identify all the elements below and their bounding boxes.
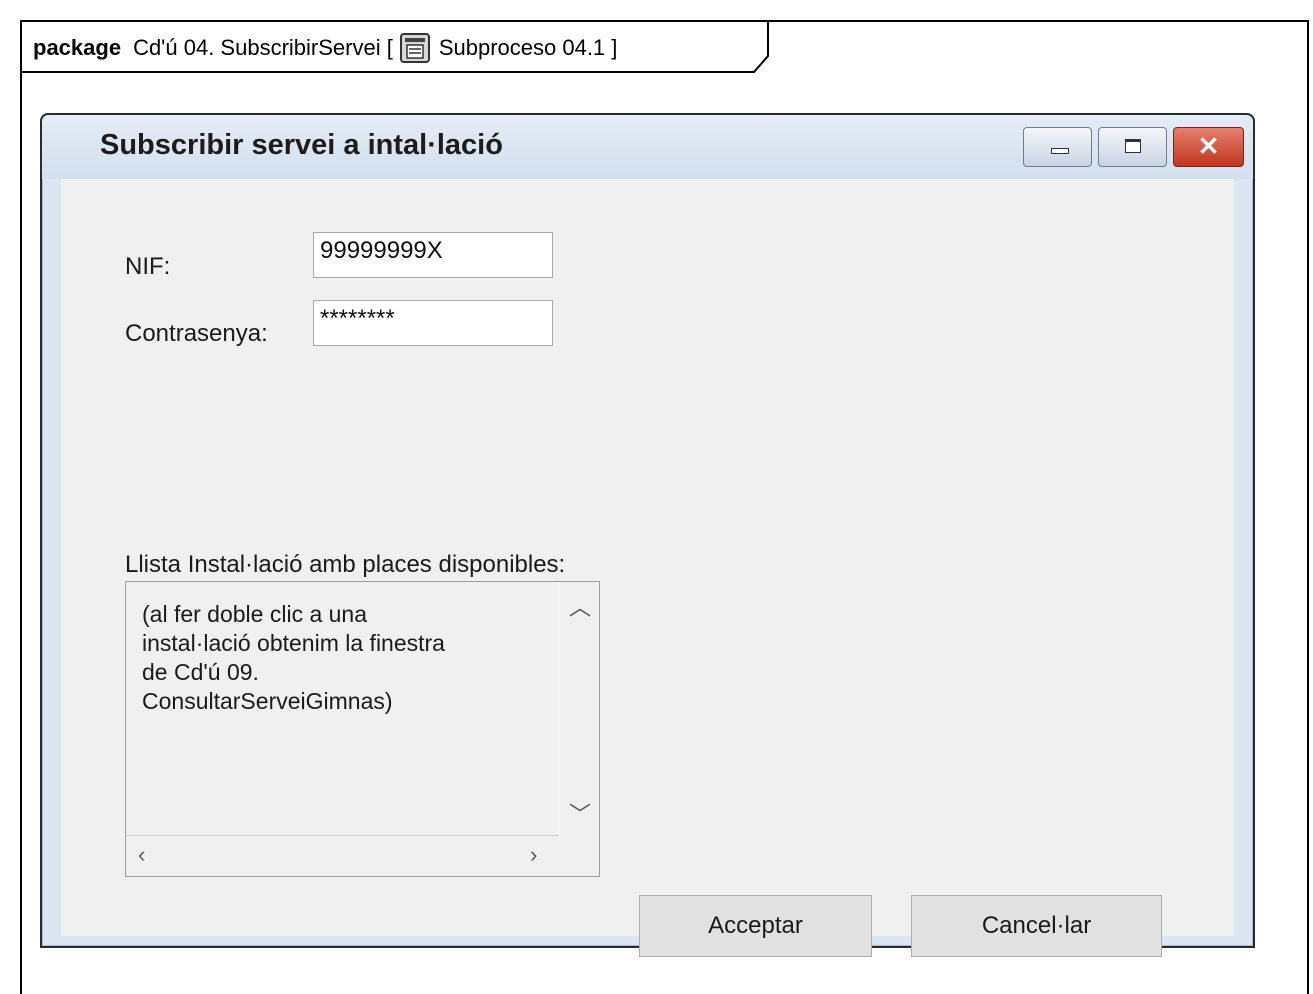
password-field[interactable]: ******** [313,300,553,346]
maximize-button[interactable] [1098,127,1167,167]
window-title: Subscribir servei a intal·lació [100,129,503,161]
package-keyword: package [33,35,122,60]
maximize-icon [1125,139,1141,153]
diagram-icon [399,32,431,64]
vertical-scrollbar[interactable]: ︿ ﹀ [559,582,599,834]
installation-list-content[interactable]: (al fer doble clic a una instal·lació ob… [126,582,559,834]
minimize-button[interactable] [1023,127,1092,167]
package-tab: package Cd'ú 04. SubscribirServei [ Subp… [20,20,770,74]
title-bar[interactable]: Subscribir servei a intal·lació ✕ [42,115,1253,179]
horizontal-scrollbar[interactable]: ‹ › [126,835,558,877]
password-label: Contrasenya: [125,320,268,347]
close-icon: ✕ [1197,131,1220,161]
dialog-window: Subscribir servei a intal·lació ✕ NIF: 9… [40,113,1255,957]
scroll-right-icon[interactable]: › [530,842,537,868]
package-name: Cd'ú 04. SubscribirServei [ [133,35,393,60]
accept-button[interactable]: Acceptar [639,895,872,957]
minimize-icon [1051,148,1069,154]
nif-label: NIF: [125,253,171,280]
dialog-client-area: NIF: 99999999X Contrasenya: ******** Lli… [61,179,1234,957]
nif-field[interactable]: 99999999X [313,232,553,278]
installation-list[interactable]: (al fer doble clic a una instal·lació ob… [125,581,600,877]
diagram-name: Subproceso 04.1 ] [438,35,618,60]
close-button[interactable]: ✕ [1173,127,1244,167]
list-item[interactable]: (al fer doble clic a una instal·lació ob… [142,600,542,716]
installation-list-label: Llista Instal·lació amb places disponibl… [125,551,566,578]
package-label: package Cd'ú 04. SubscribirServei [ Subp… [33,32,617,64]
scroll-down-icon[interactable]: ﹀ [569,797,591,829]
scroll-left-icon[interactable]: ‹ [138,842,145,868]
scroll-up-icon[interactable]: ︿ [569,590,591,622]
cancel-button[interactable]: Cancel·lar [911,895,1162,957]
